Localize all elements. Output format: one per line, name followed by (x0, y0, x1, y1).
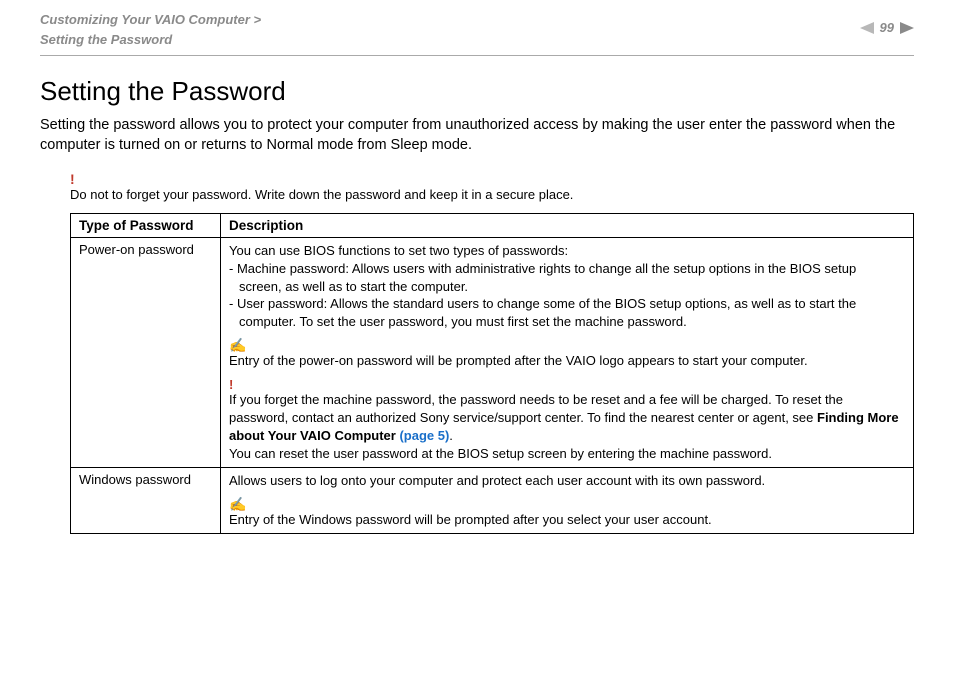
table-row: Power-on password You can use BIOS funct… (71, 238, 914, 467)
password-table: Type of Password Description Power-on pa… (70, 213, 914, 534)
cell-desc-poweron: You can use BIOS functions to set two ty… (221, 238, 914, 467)
breadcrumb: Customizing Your VAIO Computer > Setting… (40, 10, 261, 49)
poweron-warn-b: You can reset the user password at the B… (229, 446, 772, 461)
cell-type-poweron: Power-on password (71, 238, 221, 467)
cell-desc-windows: Allows users to log onto your computer a… (221, 467, 914, 533)
poweron-warn-a: If you forget the machine password, the … (229, 392, 899, 443)
table-header-desc: Description (221, 214, 914, 238)
pager: 99 (860, 10, 914, 35)
page-header: Customizing Your VAIO Computer > Setting… (40, 10, 914, 56)
poweron-bullet1a: - Machine password: Allows users with ad… (229, 261, 856, 276)
document-page: Customizing Your VAIO Computer > Setting… (0, 0, 954, 554)
breadcrumb-line2: Setting the Password (40, 32, 172, 47)
page-title: Setting the Password (40, 76, 914, 107)
prev-page-arrow-icon[interactable] (860, 22, 874, 34)
warning-icon: ! (70, 171, 75, 187)
breadcrumb-line1: Customizing Your VAIO Computer > (40, 12, 261, 27)
intro-paragraph: Setting the password allows you to prote… (40, 115, 914, 156)
page-number: 99 (880, 20, 894, 35)
windows-note: Entry of the Windows password will be pr… (229, 512, 712, 527)
poweron-bullet2a: - User password: Allows the standard use… (229, 296, 856, 311)
next-page-arrow-icon[interactable] (900, 22, 914, 34)
cell-type-windows: Windows password (71, 467, 221, 533)
note-icon: ✍ (229, 497, 905, 511)
table-row: Windows password Allows users to log ont… (71, 467, 914, 533)
poweron-intro: You can use BIOS functions to set two ty… (229, 243, 568, 258)
table-header-type: Type of Password (71, 214, 221, 238)
poweron-bullet2b: computer. To set the user password, you … (229, 313, 905, 331)
top-warning-text: Do not to forget your password. Write do… (70, 187, 573, 202)
warning-icon: ! (229, 378, 905, 391)
windows-intro: Allows users to log onto your computer a… (229, 473, 765, 488)
table-header-row: Type of Password Description (71, 214, 914, 238)
note-icon: ✍ (229, 338, 905, 352)
top-warning: ! Do not to forget your password. Write … (70, 172, 914, 204)
page-link[interactable]: (page 5) (399, 428, 449, 443)
poweron-note: Entry of the power-on password will be p… (229, 353, 808, 368)
poweron-bullet1b: screen, as well as to start the computer… (229, 278, 905, 296)
